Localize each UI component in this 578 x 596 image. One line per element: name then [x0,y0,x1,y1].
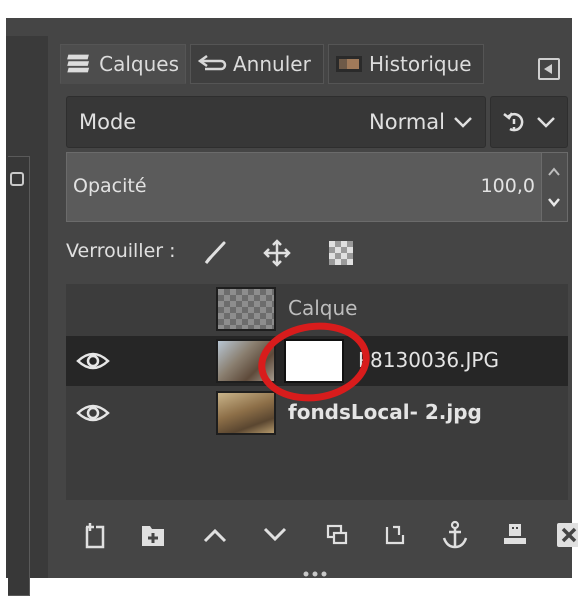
mode-value: Normal [369,110,445,134]
layer-row-calque[interactable]: Calque [66,284,568,334]
lock-position-button[interactable] [260,236,294,270]
brush-icon [204,241,226,264]
tab-calques-label: Calques [99,52,179,76]
folder-plus-icon [142,526,164,546]
layer-thumbnail [216,339,276,383]
new-layer-button[interactable] [78,518,112,552]
dock-resize-grip[interactable] [300,570,330,578]
layers-icon [67,54,90,73]
opacity-label: Opacité [73,175,147,197]
raise-layer-button[interactable] [198,518,232,552]
layer-row-p8130036[interactable]: P8130036.JPG [66,336,568,386]
layer-toolbar [66,506,578,566]
eye-icon[interactable] [76,400,110,426]
layer-thumbnail [216,287,276,331]
tab-historique-label: Historique [369,52,472,76]
chevron-down-icon [454,117,472,128]
composite-mode-button[interactable] [490,96,568,148]
opacity-value[interactable]: 100,0 [481,175,535,197]
move-icon [263,239,291,267]
layer-thumbnail [216,391,276,435]
lower-layer-button[interactable] [258,518,292,552]
chevron-down-icon [263,527,287,542]
chevron-up-icon[interactable] [542,155,566,185]
duplicate-icon [326,524,348,545]
chevron-up-icon [203,528,227,543]
mode-selector[interactable]: Mode Normal [66,96,486,148]
anchor-icon [442,520,468,549]
merge-down-icon [385,525,405,545]
mask-icon [504,524,526,544]
tab-annuler[interactable]: Annuler [190,44,324,84]
undo-icon [197,54,227,71]
lock-row: Verrouiller : [66,236,466,270]
lock-alpha-button[interactable] [324,236,358,270]
duplicate-layer-button[interactable] [320,518,354,552]
opacity-stepper[interactable] [541,153,567,221]
left-dock-strip [6,36,48,596]
tab-historique[interactable]: Historique [328,44,484,84]
layer-list[interactable]: Calque P8130036.JPG fondsLocal- 2.jpg [66,284,568,500]
dock-tabs: Calques Annuler Historique [60,44,560,84]
chevron-down-icon [537,117,555,128]
chevron-down-icon[interactable] [542,189,566,219]
layer-mask-thumbnail[interactable] [284,339,344,383]
checker-icon [329,241,353,265]
new-layer-icon [85,523,105,549]
lock-pixels-button[interactable] [198,236,232,270]
layer-mask-button[interactable] [498,518,532,552]
tab-calques[interactable]: Calques [60,44,186,84]
image-history-icon [336,56,362,72]
delete-layer-button[interactable] [552,518,578,552]
anchor-layer-button[interactable] [438,518,472,552]
opacity-spinner[interactable]: Opacité 100,0 [66,152,568,222]
tab-annuler-label: Annuler [233,52,311,76]
layers-dock: Calques Annuler Historique Mode Normal O… [52,36,578,578]
layer-name[interactable]: Calque [288,296,357,320]
layer-name[interactable]: P8130036.JPG [358,348,499,372]
new-layer-group-button[interactable] [136,518,170,552]
dock-menu-button[interactable] [538,58,560,80]
merge-layer-button[interactable] [378,518,412,552]
close-icon [557,523,578,547]
reset-mode-icon [503,112,524,132]
lock-label: Verrouiller : [66,240,176,262]
eye-icon[interactable] [76,348,110,374]
mode-label: Mode [79,110,137,134]
layer-row-fondslocal[interactable]: fondsLocal- 2.jpg [66,388,568,438]
left-dock-frame [8,156,30,596]
layer-name[interactable]: fondsLocal- 2.jpg [288,400,482,424]
zoom-icon[interactable] [10,172,24,186]
